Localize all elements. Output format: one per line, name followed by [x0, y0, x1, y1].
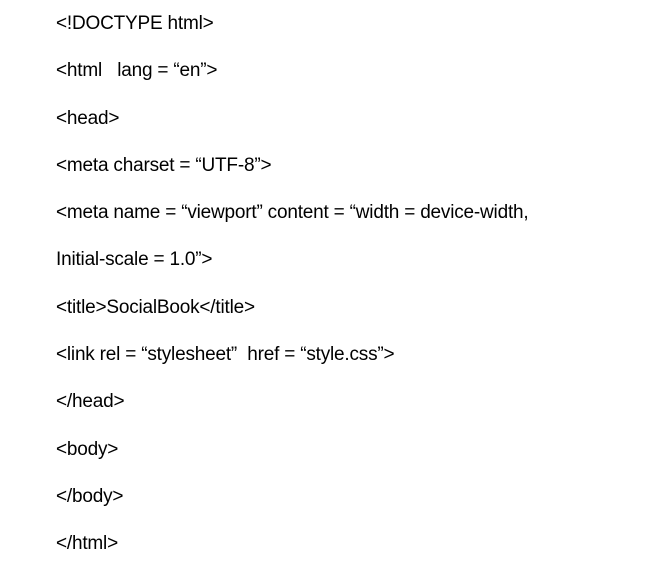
code-line: <link rel = “stylesheet” href = “style.c… — [56, 344, 395, 366]
code-line: Initial-scale = 1.0”> — [56, 249, 213, 271]
code-line: <head> — [56, 107, 120, 129]
code-document: <!DOCTYPE html> <html lang = “en”> <head… — [56, 11, 656, 579]
code-line: <title>SocialBook</title> — [56, 296, 255, 318]
code-line: <meta name = “viewport” content = “width… — [56, 202, 529, 224]
code-line: </html> — [56, 533, 118, 555]
code-line: </head> — [56, 391, 125, 413]
code-line: <meta charset = “UTF-8”> — [56, 154, 272, 176]
code-line: <body> — [56, 438, 119, 460]
code-line: </body> — [56, 485, 124, 507]
code-line: <html lang = “en”> — [56, 60, 218, 82]
code-line: <!DOCTYPE html> — [56, 13, 214, 34]
